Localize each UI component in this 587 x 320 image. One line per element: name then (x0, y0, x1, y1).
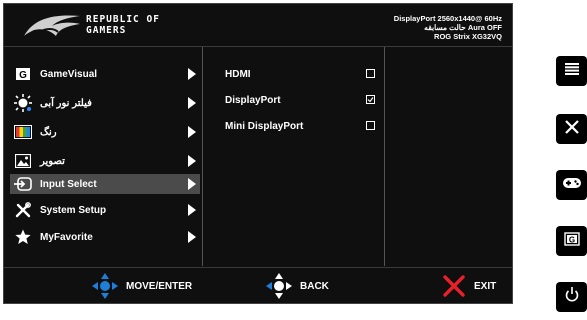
menu-item-blue-light-filter[interactable]: فیلتر نور آبی (10, 93, 200, 113)
close-icon (564, 119, 579, 139)
joystick-move-icon (92, 273, 118, 299)
menu-item-system-setup[interactable]: System Setup (10, 200, 200, 220)
chevron-right-icon (188, 68, 196, 80)
joystick-back-icon (266, 273, 292, 299)
menu-item-label: Input Select (40, 178, 97, 190)
chevron-right-icon (188, 204, 196, 216)
blue-light-filter-icon (12, 94, 34, 112)
menu-item-label: رنگ (40, 126, 57, 138)
input-select-submenu: HDMI DisplayPort Mini DisplayPort (203, 47, 385, 266)
brand-line2: GAMERS (86, 25, 127, 36)
gamevisual-button[interactable]: G (556, 226, 587, 256)
menu-item-label: فیلتر نور آبی (40, 97, 92, 109)
status-signal: DisplayPort 2560x1440@ 60Hz (393, 14, 502, 23)
unchecked-box-icon[interactable] (366, 69, 375, 78)
detail-panel (385, 47, 512, 266)
option-label: DisplayPort (225, 94, 281, 106)
gamevisual-icon: G (563, 231, 580, 251)
gamepad-icon (562, 176, 581, 194)
power-button[interactable] (556, 282, 587, 312)
image-icon (12, 152, 34, 170)
option-displayport[interactable]: DisplayPort (225, 91, 375, 109)
osd-header: REPUBLIC OF GAMERS DisplayPort 2560x1440… (4, 4, 512, 47)
status-info: DisplayPort 2560x1440@ 60Hz حالت مسابقه … (394, 14, 502, 41)
osd-menu: REPUBLIC OF GAMERS DisplayPort 2560x1440… (3, 3, 513, 304)
option-label: HDMI (225, 68, 251, 80)
option-label: Mini DisplayPort (225, 120, 304, 132)
exit-hint: EXIT (442, 268, 496, 304)
brand-line1: REPUBLIC OF (86, 14, 160, 25)
menu-item-image[interactable]: تصویر (10, 151, 200, 171)
svg-text:G: G (568, 235, 574, 244)
menu-button[interactable] (556, 56, 587, 86)
menu-columns: G GameVisual فیلتر نور آبی رنگ تصویر Inp… (4, 47, 512, 266)
menu-item-label: MyFavorite (40, 231, 93, 243)
gamevisual-icon: G (12, 65, 34, 83)
option-mini-displayport[interactable]: Mini DisplayPort (225, 117, 375, 135)
menu-item-label: GameVisual (40, 68, 98, 80)
move-enter-hint: MOVE/ENTER (92, 268, 192, 304)
chevron-right-icon (188, 155, 196, 167)
menu-item-label: تصویر (40, 155, 65, 167)
exit-label: EXIT (474, 280, 497, 292)
menu-item-color[interactable]: رنگ (10, 122, 200, 142)
chevron-right-icon (188, 178, 196, 190)
svg-text:G: G (19, 70, 27, 81)
back-label: BACK (300, 280, 329, 292)
menu-item-gamevisual[interactable]: G GameVisual (10, 64, 200, 84)
back-hint: BACK (266, 268, 329, 304)
exit-x-icon (443, 275, 465, 297)
close-button[interactable] (556, 114, 587, 144)
chevron-right-icon (188, 126, 196, 138)
menu-icon (564, 62, 579, 80)
menu-item-myfavorite[interactable]: MyFavorite (10, 227, 200, 247)
menu-item-input-select[interactable]: Input Select (10, 174, 200, 194)
unchecked-box-icon[interactable] (366, 121, 375, 130)
star-icon (12, 228, 34, 246)
osd-footer: MOVE/ENTER BACK EXIT (4, 267, 512, 304)
checked-box-icon[interactable] (366, 95, 375, 104)
main-menu: G GameVisual فیلتر نور آبی رنگ تصویر Inp… (4, 47, 203, 266)
side-button-bar: G (556, 52, 587, 316)
option-hdmi[interactable]: HDMI (225, 65, 375, 83)
brand-text: REPUBLIC OF GAMERS (86, 14, 160, 36)
chevron-right-icon (188, 231, 196, 243)
input-select-icon (12, 175, 34, 193)
system-setup-icon (12, 201, 34, 219)
status-model: ROG Strix XG32VQ (434, 32, 502, 41)
color-icon (12, 123, 34, 141)
gameplus-button[interactable] (556, 170, 587, 200)
status-mode: حالت مسابقه Aura OFF (424, 23, 502, 32)
chevron-right-icon (188, 97, 196, 109)
power-icon (565, 287, 579, 307)
move-enter-label: MOVE/ENTER (126, 280, 193, 292)
menu-item-label: System Setup (40, 204, 107, 216)
